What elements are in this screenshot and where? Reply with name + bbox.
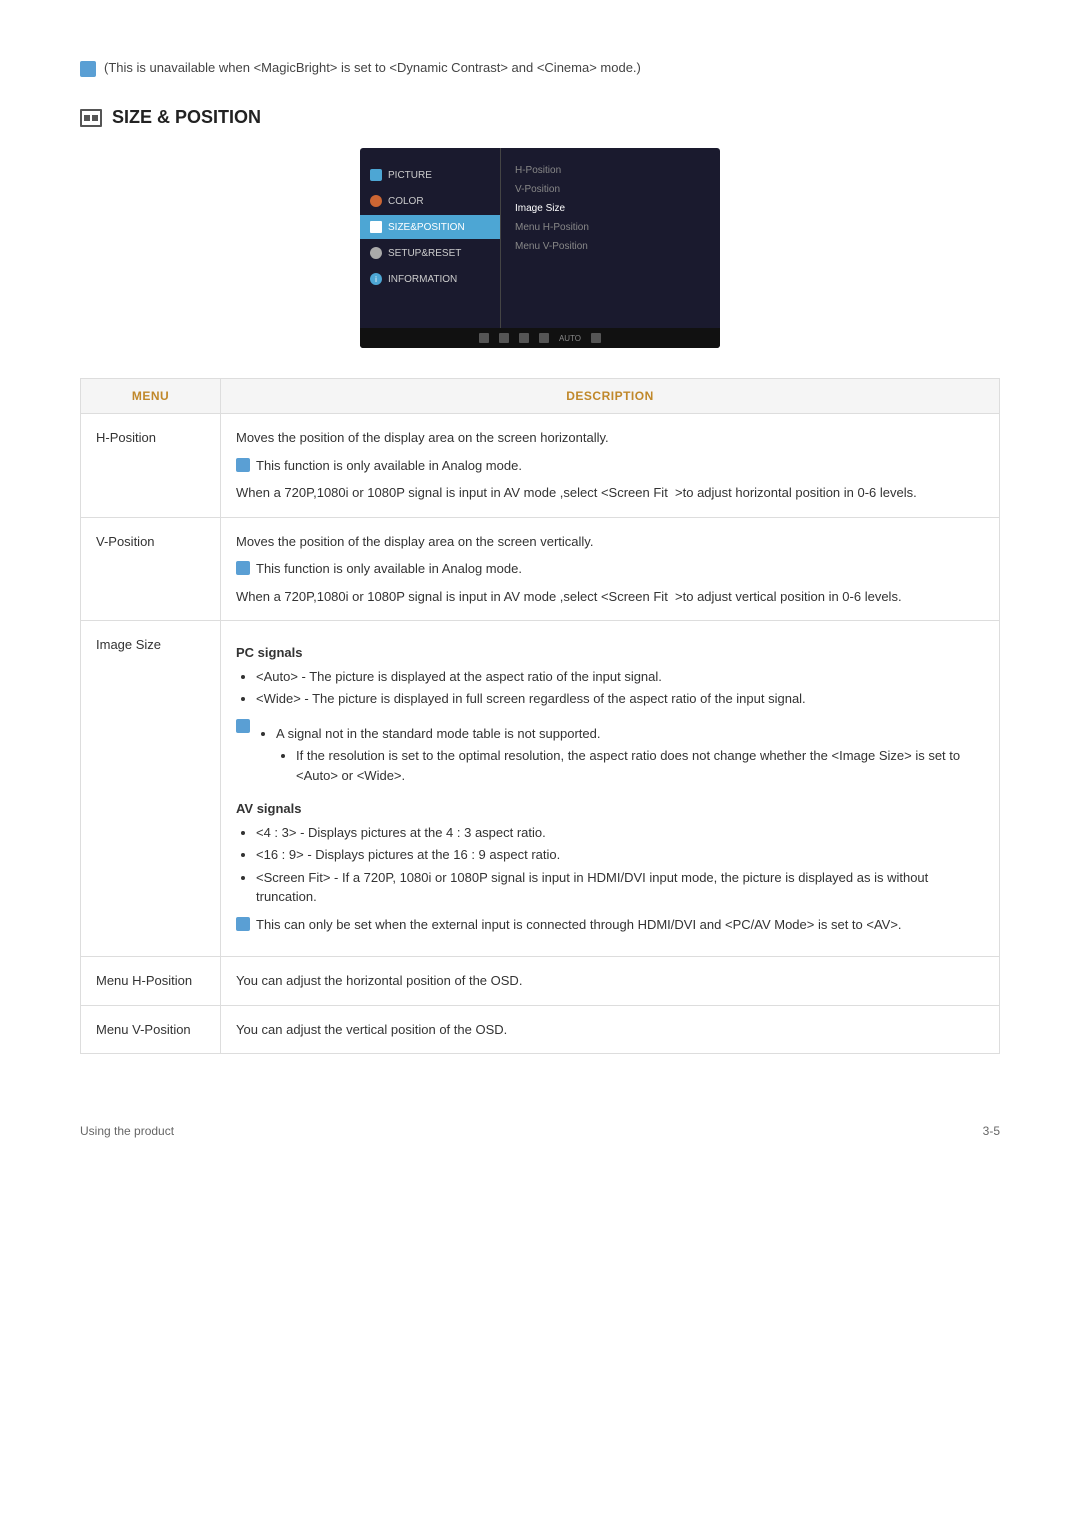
h-note1-text: This function is only available in Analo… [256, 456, 522, 476]
osd-info-label: INFORMATION [388, 274, 457, 285]
osd-picture-label: PICTURE [388, 170, 432, 181]
note-inline-icon-v [236, 561, 250, 575]
osd-btn-prev [479, 333, 489, 343]
section-title-text: SIZE & POSITION [112, 107, 261, 128]
section-title: SIZE & POSITION [80, 107, 1000, 128]
osd-btn-enter [519, 333, 529, 343]
size-position-icon [80, 109, 102, 127]
v-position-note1: This function is only available in Analo… [236, 559, 984, 579]
footer-left: Using the product [80, 1124, 174, 1138]
osd-item-info: i INFORMATION [360, 267, 500, 291]
note-inline-icon-pc [236, 719, 250, 733]
h-position-note1: This function is only available in Analo… [236, 456, 984, 476]
desc-cell-menu-v: You can adjust the vertical position of … [221, 1005, 1000, 1054]
menu-cell-menu-v: Menu V-Position [81, 1005, 221, 1054]
av-bullets-list: <4 : 3> - Displays pictures at the 4 : 3… [236, 823, 984, 907]
desc-cell-menu-h: You can adjust the horizontal position o… [221, 957, 1000, 1006]
pc-sub-note-text: If the resolution is set to the optimal … [296, 746, 984, 785]
osd-menu: PICTURE COLOR SIZE&POSITION SETUP&RESET … [360, 148, 720, 348]
pc-sub-note-list: If the resolution is set to the optimal … [276, 746, 984, 785]
osd-sub-v-position: V-Position [510, 182, 710, 197]
osd-setup-label: SETUP&RESET [388, 248, 461, 259]
note-inline-icon [236, 458, 250, 472]
top-note: (This is unavailable when <MagicBright> … [80, 60, 1000, 77]
osd-left-panel: PICTURE COLOR SIZE&POSITION SETUP&RESET … [360, 148, 500, 348]
note-icon [80, 61, 96, 77]
osd-btn-back [539, 333, 549, 343]
av-bullet-2: <16 : 9> - Displays pictures at the 16 :… [256, 845, 984, 865]
menu-cell-h-position: H-Position [81, 414, 221, 518]
setup-icon [370, 247, 382, 259]
table-row: H-Position Moves the position of the dis… [81, 414, 1000, 518]
note-text: (This is unavailable when <MagicBright> … [104, 60, 641, 75]
col-header-description: DESCRIPTION [221, 379, 1000, 414]
h-position-note2: When a 720P,1080i or 1080P signal is inp… [236, 483, 984, 503]
menu-cell-menu-h: Menu H-Position [81, 957, 221, 1006]
osd-screenshot: PICTURE COLOR SIZE&POSITION SETUP&RESET … [360, 148, 720, 348]
v-note1-text: This function is only available in Analo… [256, 559, 522, 579]
osd-sub-image-size: Image Size [510, 201, 710, 216]
table-row: Menu V-Position You can adjust the verti… [81, 1005, 1000, 1054]
desc-cell-image-size: PC signals <Auto> - The picture is displ… [221, 621, 1000, 957]
table-row: Menu H-Position You can adjust the horiz… [81, 957, 1000, 1006]
pc-bullets-list: <Auto> - The picture is displayed at the… [236, 667, 984, 709]
osd-sub-h-position: H-Position [510, 163, 710, 178]
footer-right: 3-5 [983, 1124, 1000, 1138]
content-table: MENU DESCRIPTION H-Position Moves the po… [80, 378, 1000, 1054]
osd-divider [500, 148, 501, 348]
table-row: Image Size PC signals <Auto> - The pictu… [81, 621, 1000, 957]
pc-note-bullet: A signal not in the standard mode table … [236, 717, 984, 792]
desc-cell-h-position: Moves the position of the display area o… [221, 414, 1000, 518]
menu-cell-v-position: V-Position [81, 517, 221, 621]
h-position-main: Moves the position of the display area o… [236, 428, 984, 448]
info-icon: i [370, 273, 382, 285]
pc-bullet-1: <Auto> - The picture is displayed at the… [256, 667, 984, 687]
pc-note-inner-list: A signal not in the standard mode table … [256, 721, 984, 788]
table-row: V-Position Moves the position of the dis… [81, 517, 1000, 621]
osd-sub-menu-v: Menu V-Position [510, 239, 710, 254]
pc-bullet-2: <Wide> - The picture is displayed in ful… [256, 689, 984, 709]
size-icon [370, 221, 382, 233]
osd-btn-next [499, 333, 509, 343]
osd-color-label: COLOR [388, 196, 424, 207]
desc-cell-v-position: Moves the position of the display area o… [221, 517, 1000, 621]
pc-note-bullet-text: A signal not in the standard mode table … [276, 724, 984, 744]
av-bullet-3: <Screen Fit> - If a 720P, 1080i or 1080P… [256, 868, 984, 907]
osd-item-color: COLOR [360, 189, 500, 213]
note-inline-icon-av [236, 917, 250, 931]
color-icon [370, 195, 382, 207]
v-position-note2: When a 720P,1080i or 1080P signal is inp… [236, 587, 984, 607]
pc-signals-label: PC signals [236, 643, 984, 663]
col-header-menu: MENU [81, 379, 221, 414]
osd-auto-text: AUTO [559, 334, 581, 343]
av-note: This can only be set when the external i… [236, 915, 984, 935]
picture-icon [370, 169, 382, 181]
osd-bottom-bar: AUTO [360, 328, 720, 348]
av-signals-label: AV signals [236, 799, 984, 819]
footer: Using the product 3-5 [80, 1114, 1000, 1138]
osd-btn-exit [591, 333, 601, 343]
osd-size-label: SIZE&POSITION [388, 222, 465, 233]
osd-item-setup: SETUP&RESET [360, 241, 500, 265]
menu-cell-image-size: Image Size [81, 621, 221, 957]
osd-sub-menu-h: Menu H-Position [510, 220, 710, 235]
v-position-main: Moves the position of the display area o… [236, 532, 984, 552]
osd-item-size: SIZE&POSITION [360, 215, 500, 239]
av-bullet-1: <4 : 3> - Displays pictures at the 4 : 3… [256, 823, 984, 843]
av-note-text: This can only be set when the external i… [256, 915, 902, 935]
osd-item-picture: PICTURE [360, 163, 500, 187]
osd-right-panel: H-Position V-Position Image Size Menu H-… [500, 148, 720, 348]
